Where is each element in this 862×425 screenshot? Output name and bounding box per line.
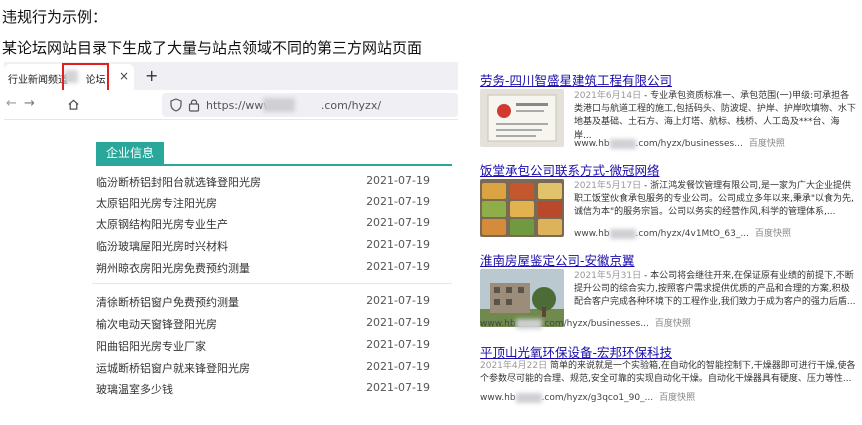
- result-title-link[interactable]: 淮南房屋鉴定公司-安徽京翼: [480, 250, 635, 269]
- lock-icon[interactable]: [188, 98, 200, 112]
- list-item[interactable]: 太原钢结构阳光房专业生产 2021-07-19: [96, 216, 436, 234]
- cache-link[interactable]: 百度快照: [655, 319, 691, 329]
- list-item[interactable]: 太原铝阳光房专注阳光房 2021-07-19: [96, 195, 436, 213]
- list-item[interactable]: 临汾玻璃屋阳光房时兴材料 2021-07-19: [96, 238, 436, 256]
- list-item[interactable]: 临汾断桥铝封阳台就选锋登阳光房 2021-07-19: [96, 174, 436, 192]
- heading-line-2: 某论坛网站目录下生成了大量与站点领域不同的第三方网站页面: [2, 39, 423, 57]
- result-snippet: 2021年6月14日 - 专业承包资质标准一、承包范围(一)甲级:可承担各类港口…: [574, 91, 856, 141]
- heading-line-1: 违规行为示例：: [2, 8, 108, 26]
- cache-link[interactable]: 百度快照: [749, 139, 785, 149]
- list-item[interactable]: 玻璃温室多少钱 2021-07-19: [96, 381, 436, 399]
- list-item[interactable]: 榆次电动天窗锋登阳光房 2021-07-19: [96, 316, 436, 334]
- result-thumbnail[interactable]: [480, 89, 564, 147]
- list-item[interactable]: 阳曲铝阳光房专业厂家 2021-07-19: [96, 338, 436, 356]
- list-item[interactable]: 运城断桥铝窗户就来锋登阳光房 2021-07-19: [96, 360, 436, 378]
- browser-window: 行业新闻频道- 论坛 × + ← → https://www.hb .com/hyz…: [4, 62, 458, 406]
- redacted-text: [263, 98, 295, 112]
- result-snippet: 2021年4月22日 简单的来说就是一个实验箱,在自动化的智能控制下,干燥器即可…: [480, 361, 856, 385]
- result-title-link[interactable]: 平顶山光氧环保设备-宏邦环保科技: [480, 342, 672, 361]
- section-tab[interactable]: 企业信息: [96, 142, 164, 164]
- home-icon[interactable]: [67, 98, 80, 111]
- nav-bar: ← → https://www.hb .com/hyzx/: [4, 90, 458, 120]
- result-url[interactable]: www.hb .com/hyzx/businesses... 百度快照: [574, 136, 785, 149]
- result-url[interactable]: www.hb .com/hyzx/g3qco1_90_... 百度快照: [480, 390, 695, 403]
- list-divider: [92, 283, 452, 284]
- back-icon[interactable]: ←: [6, 96, 17, 111]
- list-item[interactable]: 清徐断桥铝窗户免费预约测量 2021-07-19: [96, 294, 436, 312]
- close-icon[interactable]: ×: [119, 69, 129, 83]
- result-title-link[interactable]: 饭堂承包公司联系方式-微冠网络: [480, 160, 660, 179]
- plus-icon[interactable]: +: [145, 66, 158, 85]
- list-item[interactable]: 朔州晾衣房阳光房免费预约测量 2021-07-19: [96, 260, 436, 278]
- result-url[interactable]: www.hb .com/hyzx/businesses... 百度快照: [480, 316, 691, 329]
- cache-link[interactable]: 百度快照: [755, 229, 791, 239]
- result-thumbnail[interactable]: [480, 179, 564, 237]
- cache-link[interactable]: 百度快照: [659, 393, 695, 403]
- result-snippet: 2021年5月17日 - 浙江鸿发餐饮管理有限公司,是一家为广大企业提供职工饭堂…: [574, 181, 854, 218]
- result-title-link[interactable]: 劳务-四川智盛星建筑工程有限公司: [480, 70, 672, 89]
- result-snippet: 2021年5月31日 - 本公司将会继往开来,在保证原有业绩的前提下,不断提升公…: [574, 271, 856, 308]
- forward-icon[interactable]: →: [24, 96, 35, 111]
- result-url[interactable]: www.hb .com/hyzx/4v1MtO_63_... 百度快照: [574, 226, 791, 239]
- address-bar[interactable]: https://www.hb .com/hyzx/: [162, 93, 458, 117]
- section-divider: [96, 164, 452, 166]
- shield-icon[interactable]: [170, 98, 182, 112]
